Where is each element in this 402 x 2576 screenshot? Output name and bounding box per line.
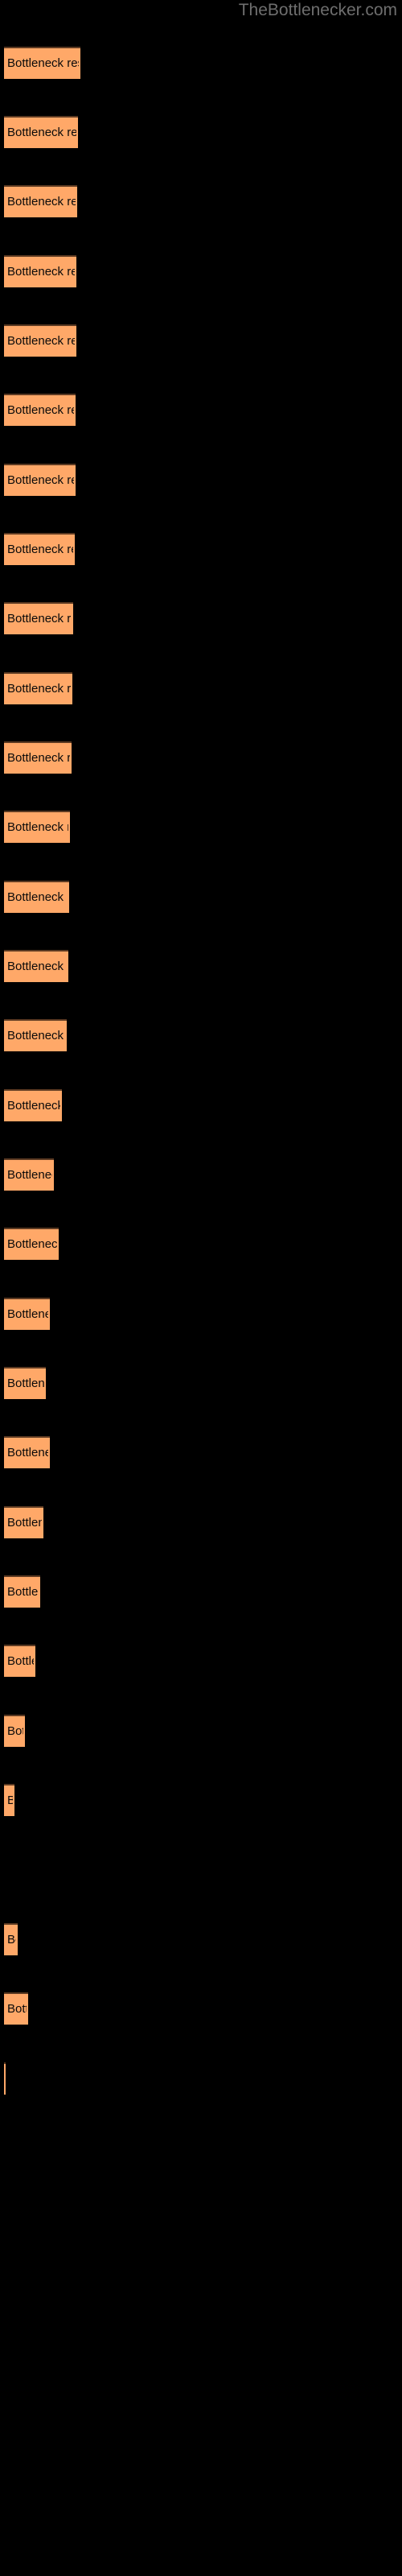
- bar-26: [4, 1784, 14, 1816]
- bar-6: [4, 394, 76, 426]
- bar-row: Bottleneck result: [0, 1298, 402, 1330]
- bar-row: Bottleneck result: [0, 811, 402, 843]
- bar-29: [4, 1992, 28, 2025]
- bar-14: [4, 950, 68, 982]
- bar-row: [0, 2062, 402, 2095]
- bar-row: Bottleneck result: [0, 324, 402, 357]
- bar-15: [4, 1019, 67, 1051]
- bar-18: [4, 1228, 59, 1260]
- bar-30: [4, 2062, 6, 2095]
- bar-row: Bottleneck result: [0, 881, 402, 913]
- bottleneck-bar-chart: TheBottlenecker.com Bottleneck resultBot…: [0, 0, 402, 2576]
- bar-row: Bottleneck result: [0, 1645, 402, 1677]
- chart-plot-area: Bottleneck result Bottleneck result Bottle…: [0, 0, 402, 2576]
- bar-12: [4, 811, 70, 843]
- bar-16: [4, 1089, 62, 1121]
- bar-row: Bottleneck result: [0, 1715, 402, 1747]
- bar-7: [4, 464, 76, 496]
- bar-17: [4, 1158, 54, 1191]
- bar-row: Bottleneck result: [0, 1923, 402, 1955]
- bar-10: [4, 672, 72, 704]
- bar-8: [4, 533, 75, 565]
- bar-19: [4, 1298, 50, 1330]
- bar-row: Bottleneck result: [0, 1367, 402, 1399]
- bar-25: [4, 1715, 25, 1747]
- bar-28: [4, 1923, 18, 1955]
- bar-13: [4, 881, 69, 913]
- bar-1: [4, 47, 80, 79]
- bar-4: [4, 255, 76, 287]
- bar-row: Bottleneck result: [0, 1089, 402, 1121]
- bar-row: Bottleneck result: [0, 255, 402, 287]
- bar-row: Bottleneck result: [0, 672, 402, 704]
- bar-21: [4, 1436, 50, 1468]
- bar-row: Bottleneck result: [0, 116, 402, 148]
- bar-row: Bottleneck result: [0, 47, 402, 79]
- bar-row: Bottleneck result: [0, 1992, 402, 2025]
- bar-11: [4, 741, 72, 774]
- bar-row: Bottleneck result: [0, 602, 402, 634]
- bar-row: Bottleneck result: [0, 464, 402, 496]
- bar-row: Bottleneck result: [0, 394, 402, 426]
- bar-3: [4, 185, 77, 217]
- bar-5: [4, 324, 76, 357]
- bar-row: Bottleneck result: [0, 1506, 402, 1538]
- bar-row: Bottleneck result: [0, 950, 402, 982]
- bar-23: [4, 1575, 40, 1608]
- bar-row: Bottleneck result: [0, 741, 402, 774]
- bar-20: [4, 1367, 46, 1399]
- bar-22: [4, 1506, 43, 1538]
- bar-24: [4, 1645, 35, 1677]
- bar-row: Bottleneck result: [0, 1436, 402, 1468]
- bar-row: Bottleneck result: [0, 1575, 402, 1608]
- bar-row: [0, 1853, 402, 1885]
- bar-row: Bottleneck result: [0, 1019, 402, 1051]
- bar-row: Bottleneck result: [0, 1784, 402, 1816]
- bar-row: Bottleneck result: [0, 1228, 402, 1260]
- bar-row: Bottleneck result: [0, 533, 402, 565]
- bar-2: [4, 116, 78, 148]
- bar-row: Bottleneck result: [0, 1158, 402, 1191]
- bar-row: Bottleneck result: [0, 185, 402, 217]
- bar-9: [4, 602, 73, 634]
